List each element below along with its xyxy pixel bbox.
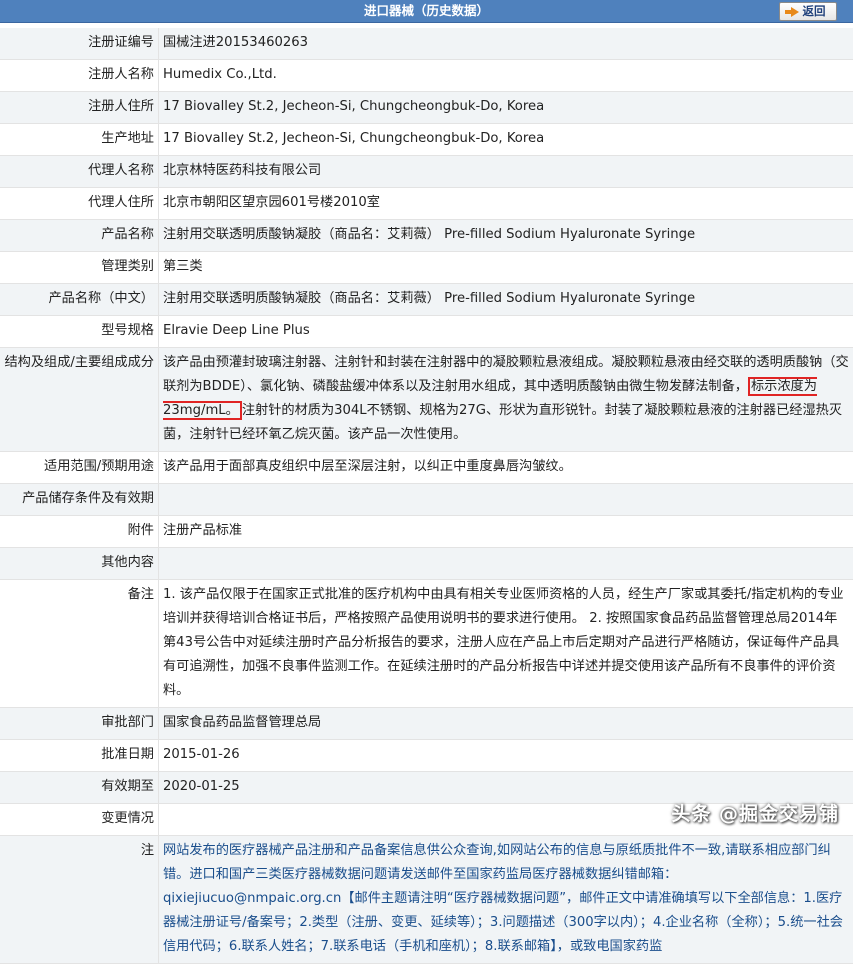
- table-row: 生产地址17 Biovalley St.2, Jecheon-Si, Chung…: [0, 124, 853, 156]
- row-label: 变更情况: [0, 804, 159, 836]
- row-label: 产品名称（中文）: [0, 284, 159, 316]
- row-label: 产品名称: [0, 220, 159, 252]
- row-value: Elravie Deep Line Plus: [159, 316, 853, 348]
- watermark: 头条 @掘金交易铺: [671, 799, 839, 826]
- table-row: 适用范围/预期用途该产品用于面部真皮组织中层至深层注射，以纠正中重度鼻唇沟皱纹。: [0, 452, 853, 484]
- row-label: 管理类别: [0, 252, 159, 284]
- row-value: 该产品用于面部真皮组织中层至深层注射，以纠正中重度鼻唇沟皱纹。: [159, 452, 853, 484]
- table-row: 结构及组成/主要组成成分 该产品由预灌封玻璃注射器、注射针和封装在注射器中的凝胶…: [0, 348, 853, 452]
- row-label: 代理人住所: [0, 188, 159, 220]
- table-row: 审批部门国家食品药品监督管理总局: [0, 708, 853, 740]
- row-label: 备注: [0, 580, 159, 708]
- table-row: 注册人名称Humedix Co.,Ltd.: [0, 60, 853, 92]
- row-label: 注册人住所: [0, 92, 159, 124]
- row-value: 1. 该产品仅限于在国家正式批准的医疗机构中由具有相关专业医师资格的人员，经生产…: [159, 580, 853, 708]
- row-value-composition: 该产品由预灌封玻璃注射器、注射针和封装在注射器中的凝胶颗粒悬液组成。凝胶颗粒悬液…: [159, 348, 853, 452]
- table-row: 备注1. 该产品仅限于在国家正式批准的医疗机构中由具有相关专业医师资格的人员，经…: [0, 580, 853, 708]
- row-value: 2015-01-26: [159, 740, 853, 772]
- table-row: 注网站发布的医疗器械产品注册和产品备案信息供公众查询,如网站公布的信息与原纸质批…: [0, 836, 853, 964]
- composition-text-post: 注射针的材质为304L不锈钢、规格为27G、形状为直形锐针。封装了凝胶颗粒悬液的…: [163, 403, 842, 442]
- table-row: 附件注册产品标准: [0, 516, 853, 548]
- row-value: 国械注进20153460263: [159, 28, 853, 60]
- row-label: 其他内容: [0, 548, 159, 580]
- table-row: 型号规格Elravie Deep Line Plus: [0, 316, 853, 348]
- page-title: 进口器械（历史数据）: [0, 0, 853, 22]
- back-button-label: 返回: [803, 3, 826, 20]
- row-label: 型号规格: [0, 316, 159, 348]
- table-row: 注册证编号国械注进20153460263: [0, 28, 853, 60]
- row-value: 北京林特医药科技有限公司: [159, 156, 853, 188]
- table-row: 批准日期2015-01-26: [0, 740, 853, 772]
- row-label: 生产地址: [0, 124, 159, 156]
- table-row: 产品储存条件及有效期: [0, 484, 853, 516]
- row-label: 代理人名称: [0, 156, 159, 188]
- row-value: 北京市朝阳区望京园601号楼2010室: [159, 188, 853, 220]
- table-row: 代理人住所北京市朝阳区望京园601号楼2010室: [0, 188, 853, 220]
- row-value: [159, 484, 853, 516]
- table-row: 产品名称注射用交联透明质酸钠凝胶（商品名：艾莉薇） Pre-filled Sod…: [0, 220, 853, 252]
- row-value: [159, 548, 853, 580]
- row-label: 注册证编号: [0, 28, 159, 60]
- row-value: 第三类: [159, 252, 853, 284]
- back-button[interactable]: 返回: [779, 2, 837, 21]
- row-value: 注册产品标准: [159, 516, 853, 548]
- table-row: 产品名称（中文）注射用交联透明质酸钠凝胶（商品名：艾莉薇） Pre-filled…: [0, 284, 853, 316]
- arrow-right-icon: [791, 7, 799, 17]
- header-bar: 进口器械（历史数据） 返回: [0, 0, 853, 23]
- composition-text-pre: 该产品由预灌封玻璃注射器、注射针和封装在注射器中的凝胶颗粒悬液组成。凝胶颗粒悬液…: [163, 355, 849, 394]
- row-label: 有效期至: [0, 772, 159, 804]
- row-value: 17 Biovalley St.2, Jecheon-Si, Chungcheo…: [159, 92, 853, 124]
- row-label: 结构及组成/主要组成成分: [0, 348, 159, 452]
- row-value: 注射用交联透明质酸钠凝胶（商品名：艾莉薇） Pre-filled Sodium …: [159, 284, 853, 316]
- table-row: 代理人名称北京林特医药科技有限公司: [0, 156, 853, 188]
- row-value: 注射用交联透明质酸钠凝胶（商品名：艾莉薇） Pre-filled Sodium …: [159, 220, 853, 252]
- row-label: 注: [0, 836, 159, 964]
- row-label: 审批部门: [0, 708, 159, 740]
- row-label: 适用范围/预期用途: [0, 452, 159, 484]
- notice-text: 网站发布的医疗器械产品注册和产品备案信息供公众查询,如网站公布的信息与原纸质批件…: [159, 836, 853, 964]
- row-label: 产品储存条件及有效期: [0, 484, 159, 516]
- table-row: 其他内容: [0, 548, 853, 580]
- table-row: 注册人住所17 Biovalley St.2, Jecheon-Si, Chun…: [0, 92, 853, 124]
- table-row: 管理类别第三类: [0, 252, 853, 284]
- row-value: 国家食品药品监督管理总局: [159, 708, 853, 740]
- row-label: 批准日期: [0, 740, 159, 772]
- row-value: Humedix Co.,Ltd.: [159, 60, 853, 92]
- row-label: 注册人名称: [0, 60, 159, 92]
- row-value: 17 Biovalley St.2, Jecheon-Si, Chungcheo…: [159, 124, 853, 156]
- row-label: 附件: [0, 516, 159, 548]
